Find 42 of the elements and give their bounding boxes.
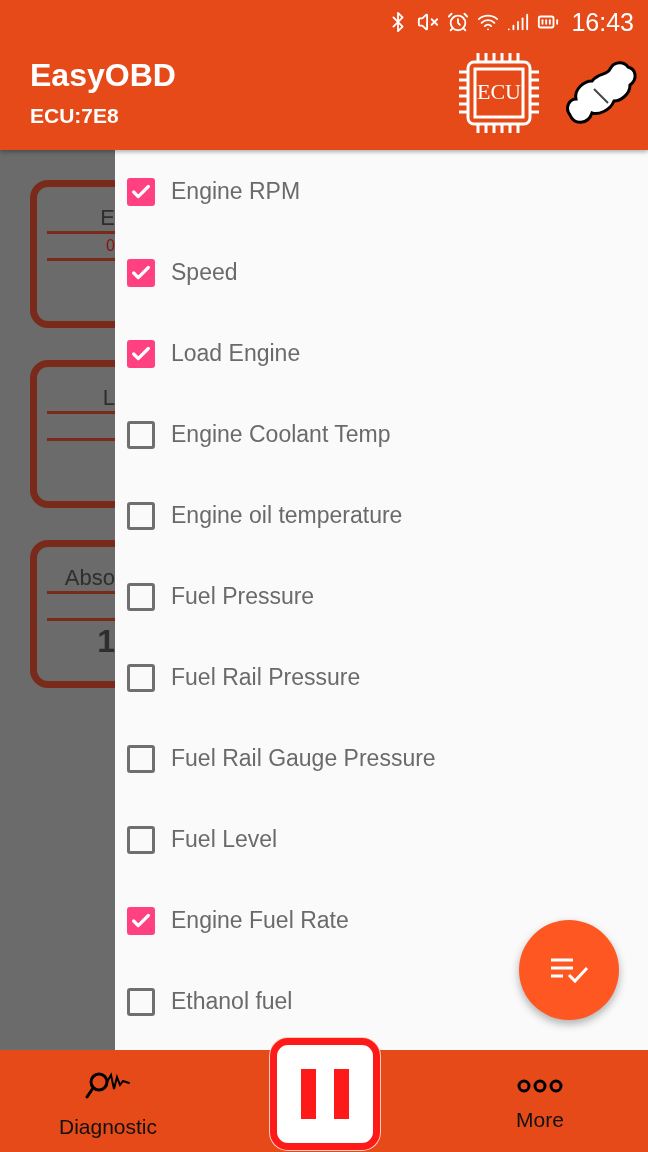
more-icon xyxy=(517,1077,563,1094)
checkbox[interactable] xyxy=(127,744,155,773)
checkbox[interactable] xyxy=(127,906,155,935)
checkbox[interactable] xyxy=(127,825,155,854)
ecu-button[interactable]: ECU xyxy=(458,52,540,134)
alarm-icon xyxy=(447,11,470,33)
apply-button[interactable] xyxy=(519,920,619,1020)
sensor-label: Fuel Pressure xyxy=(171,583,315,610)
diagnostic-tab[interactable]: Diagnostic xyxy=(0,1050,216,1152)
sensor-label: Fuel Rail Pressure xyxy=(171,664,361,691)
sensor-label: Speed xyxy=(171,259,238,286)
signal-icon xyxy=(507,11,530,33)
list-check-icon xyxy=(549,956,589,984)
gauge-title: Abso xyxy=(64,565,115,591)
sensor-label: Ethanol fuel xyxy=(171,988,293,1015)
checkbox[interactable] xyxy=(127,339,155,368)
sensor-label: Fuel Level xyxy=(171,826,278,853)
app-title: EasyOBD xyxy=(30,56,177,94)
sensor-label: Fuel Rail Gauge Pressure xyxy=(171,745,436,772)
ecu-address: ECU:7E8 xyxy=(30,103,120,128)
sensor-label: Engine RPM xyxy=(171,178,301,205)
status-time: 16:43 xyxy=(571,7,634,37)
checkbox[interactable] xyxy=(127,663,155,692)
sensor-label: Engine Fuel Rate xyxy=(171,907,349,934)
checkbox[interactable] xyxy=(127,987,155,1016)
checkbox[interactable] xyxy=(127,420,155,449)
checkbox[interactable] xyxy=(127,501,155,530)
checkbox[interactable] xyxy=(127,177,155,206)
checkbox[interactable] xyxy=(127,258,155,287)
pause-button[interactable] xyxy=(270,1038,380,1150)
checkbox[interactable] xyxy=(127,582,155,611)
magnifier-wave-icon xyxy=(85,1070,131,1101)
gauge-reading: 1 xyxy=(97,622,115,661)
gauge-title: E xyxy=(100,205,115,231)
sensor-label: Engine Coolant Temp xyxy=(171,421,391,448)
sensor-label: Load Engine xyxy=(171,340,301,367)
sensor-label: Engine oil temperature xyxy=(171,502,403,529)
more-tab[interactable]: More xyxy=(432,1050,648,1152)
chip-icon xyxy=(458,52,540,134)
gauge-value: 0 xyxy=(106,236,115,256)
gauge-title: L xyxy=(102,385,115,411)
mute-icon xyxy=(417,11,440,33)
